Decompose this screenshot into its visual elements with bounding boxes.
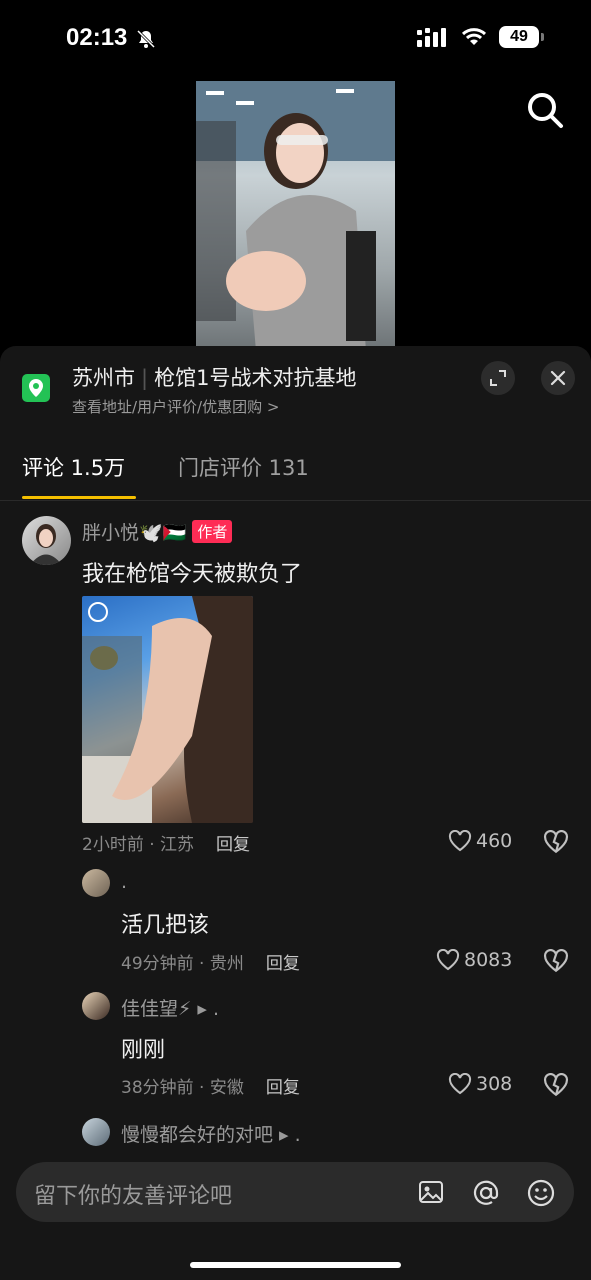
reply-button[interactable]: 回复 bbox=[266, 1078, 300, 1098]
reply-time-location: 38分钟前 · 安徽 bbox=[121, 1078, 244, 1098]
like-count: 460 bbox=[476, 830, 513, 852]
dislike-icon[interactable] bbox=[543, 949, 569, 973]
reply-username[interactable]: . bbox=[121, 871, 127, 893]
close-button[interactable] bbox=[541, 361, 575, 395]
reply-time-location: 49分钟前 · 贵州 bbox=[121, 954, 244, 974]
status-indicators: 49 bbox=[417, 26, 544, 48]
heart-icon bbox=[448, 830, 472, 852]
location-city: 苏州市 bbox=[72, 366, 135, 390]
tabs-divider bbox=[0, 500, 591, 501]
like-button[interactable]: 460 bbox=[448, 830, 512, 852]
image-icon[interactable] bbox=[418, 1179, 444, 1205]
tab-store-reviews[interactable]: 门店评价 131 bbox=[178, 452, 309, 482]
mention-icon[interactable] bbox=[472, 1179, 500, 1207]
expand-icon bbox=[490, 370, 506, 386]
home-indicator[interactable] bbox=[190, 1262, 401, 1268]
author-badge: 作者 bbox=[192, 520, 233, 543]
comment-meta: 2小时前 · 江苏 回复 bbox=[82, 830, 250, 855]
comment-username[interactable]: 胖小悦🕊️🇵🇸 bbox=[82, 518, 186, 545]
avatar[interactable] bbox=[82, 869, 110, 897]
mute-bell-icon bbox=[136, 29, 156, 49]
reply-button[interactable]: 回复 bbox=[266, 954, 300, 974]
reply-text: 活几把该 bbox=[121, 913, 210, 938]
like-count: 308 bbox=[476, 1073, 513, 1095]
tab-comments[interactable]: 评论 1.5万 bbox=[22, 452, 125, 482]
like-count: 8083 bbox=[464, 949, 513, 971]
reply-button[interactable]: 回复 bbox=[216, 835, 250, 855]
active-tab-indicator bbox=[22, 496, 136, 499]
expand-button[interactable] bbox=[481, 361, 515, 395]
location-subtitle[interactable]: 查看地址/用户评价/优惠团购 > bbox=[72, 396, 279, 417]
comment-header: 胖小悦🕊️🇵🇸 作者 bbox=[82, 518, 233, 545]
wifi-icon bbox=[461, 28, 487, 45]
avatar[interactable] bbox=[82, 1118, 110, 1146]
comment-time-location: 2小时前 · 江苏 bbox=[82, 835, 195, 855]
signal-icon bbox=[417, 28, 446, 47]
comment-image-illustration bbox=[82, 596, 253, 823]
reply-meta: 38分钟前 · 安徽 回复 bbox=[121, 1073, 300, 1098]
dislike-icon[interactable] bbox=[543, 1073, 569, 1097]
video-preview[interactable] bbox=[196, 81, 395, 351]
comment-text: 我在枪馆今天被欺负了 bbox=[82, 562, 303, 587]
reply-username[interactable]: 佳佳望⚡ ▸ . bbox=[121, 994, 219, 1021]
location-venue: 枪馆1号战术对抗基地 bbox=[154, 366, 357, 390]
location-title[interactable]: 苏州市 | 枪馆1号战术对抗基地 bbox=[72, 362, 356, 392]
avatar[interactable] bbox=[22, 516, 71, 565]
avatar[interactable] bbox=[82, 992, 110, 1020]
title-separator: | bbox=[141, 366, 149, 390]
reply-text: 刚刚 bbox=[121, 1038, 166, 1063]
comment-image[interactable] bbox=[82, 596, 253, 823]
reply-username[interactable]: 慢慢都会好的对吧 ▸ . bbox=[121, 1120, 301, 1147]
location-pin-icon[interactable] bbox=[22, 374, 50, 402]
status-time: 02:13 bbox=[66, 24, 128, 51]
dislike-icon[interactable] bbox=[543, 830, 569, 854]
heart-icon bbox=[436, 949, 460, 971]
emoji-icon[interactable] bbox=[527, 1179, 555, 1207]
video-frame-illustration bbox=[196, 81, 395, 351]
heart-icon bbox=[448, 1073, 472, 1095]
battery-indicator: 49 bbox=[499, 26, 544, 48]
close-icon bbox=[550, 370, 566, 386]
comment-input-placeholder[interactable]: 留下你的友善评论吧 bbox=[34, 1178, 232, 1210]
reply-meta: 49分钟前 · 贵州 回复 bbox=[121, 949, 300, 974]
like-button[interactable]: 8083 bbox=[436, 949, 512, 971]
search-icon[interactable] bbox=[525, 90, 565, 130]
like-button[interactable]: 308 bbox=[448, 1073, 512, 1095]
